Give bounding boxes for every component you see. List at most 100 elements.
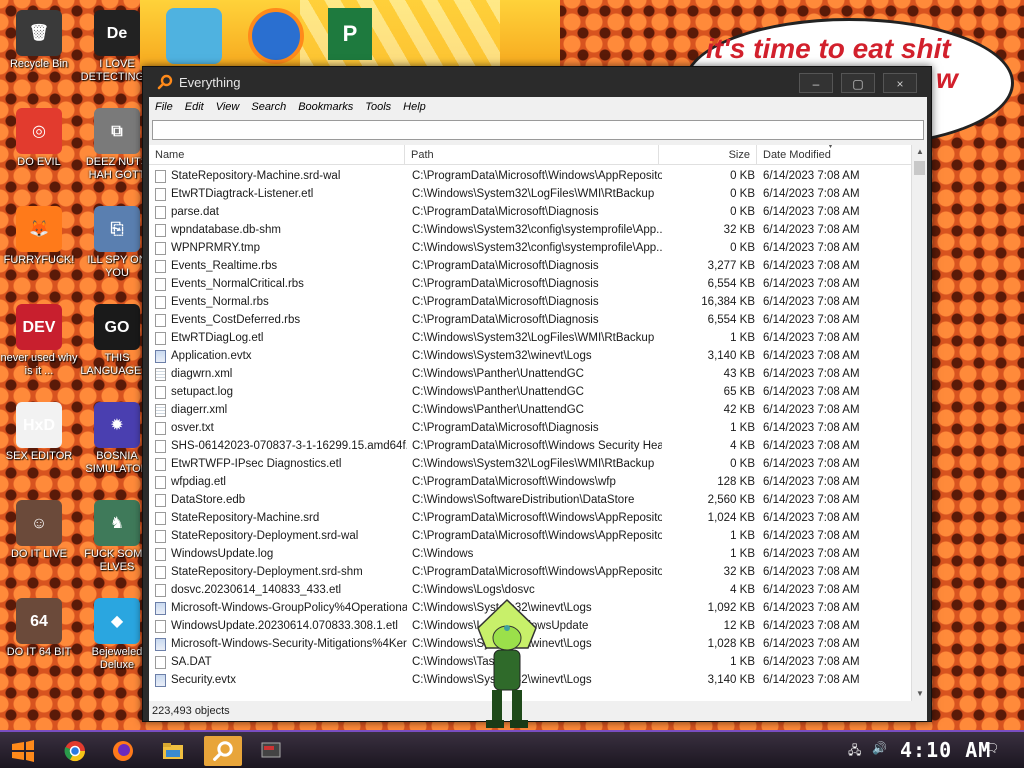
table-row[interactable]: Events_CostDeferred.rbs C:\ProgramData\Mi… [149, 311, 911, 329]
peggle-icon[interactable] [248, 8, 304, 64]
file-icon [155, 314, 166, 327]
table-row[interactable]: wfpdiag.etl C:\ProgramData\Microsoft\Wind… [149, 473, 911, 491]
file-name-cell: Microsoft-Windows-GroupPolicy%4Operation… [171, 602, 407, 614]
file-name-cell: DataStore.edb [171, 494, 246, 506]
date-modified-cell: 6/14/2023 7:08 AM [763, 350, 860, 362]
column-size[interactable]: Size [659, 145, 757, 165]
file-name-cell: StateRepository-Deployment.srd-wal [171, 530, 359, 542]
column-path[interactable]: Path [405, 145, 659, 165]
file-icon [155, 260, 166, 273]
date-modified-cell: 6/14/2023 7:08 AM [763, 242, 860, 254]
bejeweled2-icon[interactable] [166, 8, 222, 64]
desktop-icon[interactable]: HxD SEX EDITOR [0, 402, 78, 463]
menu-help[interactable]: Help [397, 97, 432, 117]
table-row[interactable]: StateRepository-Machine.srd C:\ProgramDat… [149, 509, 911, 527]
network-icon[interactable]: 🖧 [848, 741, 861, 762]
file-path-cell: C:\Windows\System32\LogFiles\WMI\RtBacku… [412, 188, 655, 200]
taskbar-app[interactable] [254, 736, 288, 766]
search-input[interactable] [152, 120, 924, 140]
table-row[interactable]: Application.evtx C:\Windows\System32\wine… [149, 347, 911, 365]
file-size-cell: 3,277 KB [707, 260, 755, 272]
date-modified-cell: 6/14/2023 7:08 AM [763, 494, 860, 506]
taskbar-everything[interactable] [204, 736, 242, 766]
file-path-cell: C:\Windows\SoftwareDistribution\DataStor… [412, 494, 635, 506]
file-path-cell: C:\Windows\System32\LogFiles\WMI\RtBacku… [412, 332, 655, 344]
file-size-cell: 1,024 KB [707, 512, 755, 524]
file-size-cell: 0 KB [730, 242, 755, 254]
file-name-cell: parse.dat [171, 206, 219, 218]
file-size-cell: 1 KB [730, 422, 755, 434]
column-date-modified[interactable]: Date Modified [757, 145, 911, 165]
file-icon [155, 476, 166, 489]
table-row[interactable]: osver.txt C:\ProgramData\Microsoft\Diagno… [149, 419, 911, 437]
start-button[interactable] [6, 736, 40, 766]
magnifier-icon [157, 74, 173, 90]
table-row[interactable]: SHS-06142023-070837-3-1-16299.15.amd64f.… [149, 437, 911, 455]
notifications-icon[interactable]: 🗨 [984, 741, 999, 755]
table-row[interactable]: Events_NormalCritical.rbs C:\ProgramData\… [149, 275, 911, 293]
menu-tools[interactable]: Tools [359, 97, 397, 117]
date-modified-cell: 6/14/2023 7:08 AM [763, 296, 860, 308]
table-row[interactable]: WPNPRMRY.tmp C:\Windows\System32\config\s… [149, 239, 911, 257]
taskbar-firefox[interactable] [106, 736, 140, 766]
column-name[interactable]: Name [149, 145, 405, 165]
table-row[interactable]: parse.dat C:\ProgramData\Microsoft\Diagno… [149, 203, 911, 221]
menu-search[interactable]: Search [245, 97, 292, 117]
scrollbar-thumb[interactable] [914, 161, 925, 175]
table-row[interactable]: dosvc.20230614_140833_433.etl C:\Windows\… [149, 581, 911, 599]
file-name-cell: Application.evtx [171, 350, 252, 362]
taskbar-file-explorer[interactable] [156, 736, 190, 766]
title-bar[interactable]: Everything – ▢ × [143, 67, 931, 97]
date-modified-cell: 6/14/2023 7:08 AM [763, 224, 860, 236]
publisher-icon[interactable]: P [328, 8, 372, 60]
desktop-icon[interactable]: ◎ DO EVIL [0, 108, 78, 169]
file-size-cell: 65 KB [723, 386, 755, 398]
file-size-cell: 4 KB [730, 440, 755, 452]
file-name-cell: SA.DAT [171, 656, 212, 668]
file-icon [155, 458, 166, 471]
menu-file[interactable]: File [149, 97, 179, 117]
table-row[interactable]: diagerr.xml C:\Windows\Panther\UnattendGC… [149, 401, 911, 419]
table-row[interactable]: diagwrn.xml C:\Windows\Panther\UnattendGC… [149, 365, 911, 383]
table-row[interactable]: EtwRTDiagtrack-Listener.etl C:\Windows\Sy… [149, 185, 911, 203]
file-size-cell: 1 KB [730, 332, 755, 344]
minimize-button[interactable]: – [799, 73, 833, 93]
table-row[interactable]: EtwRTWFP-IPsec Diagnostics.etl C:\Windows… [149, 455, 911, 473]
clock[interactable]: 4:10 AM [900, 738, 991, 762]
vertical-scrollbar[interactable]: ▲ ▼ [911, 145, 927, 701]
menu-edit[interactable]: Edit [179, 97, 210, 117]
desktop-icon[interactable]: 🦊 FURRYFUCK! [0, 206, 78, 267]
file-size-cell: 6,554 KB [707, 314, 755, 326]
desktop-icon[interactable]: 64 DO IT 64 BIT [0, 598, 78, 659]
volume-icon[interactable]: 🔊 [872, 741, 887, 755]
table-row[interactable]: DataStore.edb C:\Windows\SoftwareDistribu… [149, 491, 911, 509]
file-path-cell: C:\ProgramData\Microsoft\Diagnosis [412, 278, 599, 290]
table-row[interactable]: Events_Normal.rbs C:\ProgramData\Microsof… [149, 293, 911, 311]
goland-icon: GO [94, 304, 140, 350]
table-row[interactable]: StateRepository-Machine.srd-wal C:\Progra… [149, 167, 911, 185]
desktop-icon[interactable]: DEV never used why is it ... [0, 304, 78, 378]
event-log-file-icon [155, 638, 166, 651]
table-row[interactable]: EtwRTDiagLog.etl C:\Windows\System32\LogF… [149, 329, 911, 347]
date-modified-cell: 6/14/2023 7:08 AM [763, 422, 860, 434]
table-row[interactable]: setupact.log C:\Windows\Panther\UnattendG… [149, 383, 911, 401]
table-row[interactable]: StateRepository-Deployment.srd-wal C:\Pro… [149, 527, 911, 545]
window-app-icon [261, 742, 281, 758]
close-button[interactable]: × [883, 73, 917, 93]
file-name-cell: Security.evtx [171, 674, 236, 686]
maximize-button[interactable]: ▢ [841, 73, 875, 93]
desktop-icon[interactable]: ☺ DO IT LIVE [0, 500, 78, 561]
date-modified-cell: 6/14/2023 7:08 AM [763, 548, 860, 560]
menu-bookmarks[interactable]: Bookmarks [292, 97, 359, 117]
scroll-down-icon[interactable]: ▼ [912, 687, 927, 701]
taskbar-chrome[interactable] [58, 736, 92, 766]
file-icon [155, 188, 166, 201]
table-row[interactable]: wpndatabase.db-shm C:\Windows\System32\co… [149, 221, 911, 239]
desktop-icon[interactable]: 🗑 Recycle Bin [0, 10, 78, 71]
table-row[interactable]: WindowsUpdate.log C:\Windows 1 KB 6/14/2023… [149, 545, 911, 563]
table-row[interactable]: Events_Realtime.rbs C:\ProgramData\Micros… [149, 257, 911, 275]
file-size-cell: 2,560 KB [707, 494, 755, 506]
table-row[interactable]: StateRepository-Deployment.srd-shm C:\Pro… [149, 563, 911, 581]
scroll-up-icon[interactable]: ▲ [912, 145, 927, 159]
menu-view[interactable]: View [210, 97, 246, 117]
